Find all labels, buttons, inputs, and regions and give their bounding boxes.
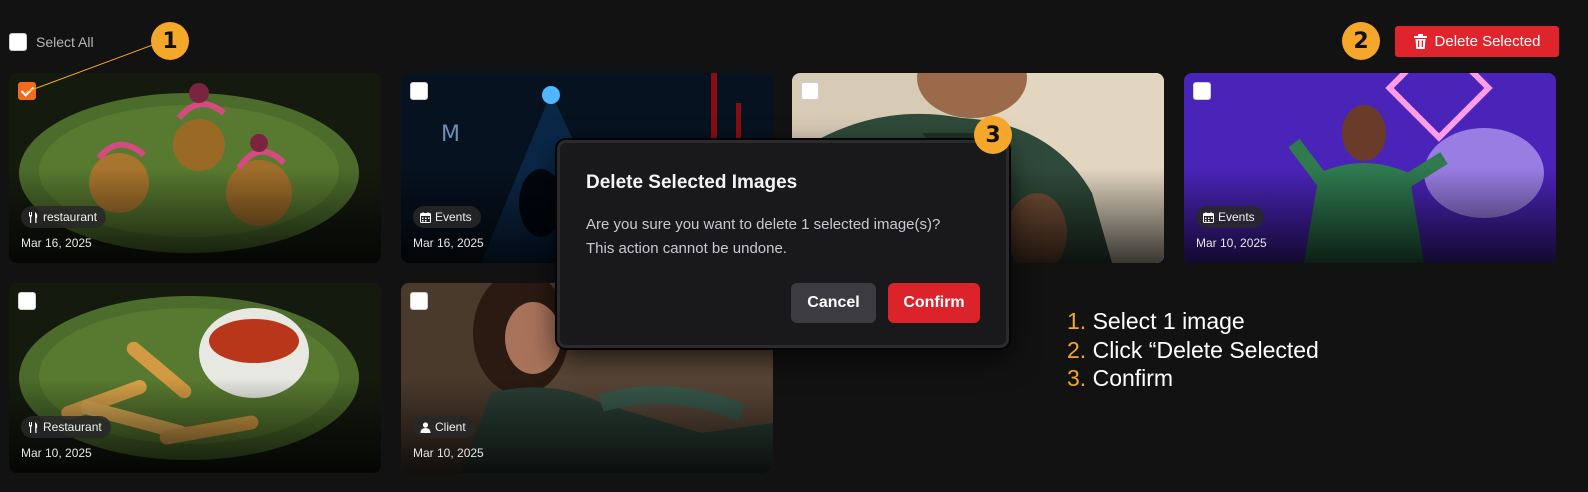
card-checkbox[interactable] (410, 292, 428, 310)
instructions-list: 1. Select 1 image 2. Click “Delete Selec… (1067, 307, 1319, 393)
utensils-icon (29, 421, 38, 433)
cancel-button[interactable]: Cancel (791, 283, 876, 323)
select-all-control[interactable]: Select All (9, 33, 94, 51)
delete-selected-label: Delete Selected (1434, 33, 1541, 50)
category-tag: Events (413, 206, 481, 228)
instruction-step: 1. Select 1 image (1067, 307, 1319, 336)
instruction-number: 3. (1067, 365, 1087, 391)
card-checkbox[interactable] (18, 82, 36, 100)
category-tag: Client (413, 416, 475, 438)
card-checkbox[interactable] (1193, 82, 1211, 100)
dialog-message-line-1: Are you sure you want to delete 1 select… (586, 216, 941, 233)
confirm-button[interactable]: Confirm (888, 283, 980, 323)
svg-text:M: M (441, 122, 460, 147)
dialog-message: Are you sure you want to delete 1 select… (586, 213, 996, 261)
card-date: Mar 10, 2025 (413, 446, 484, 460)
category-tag: Events (1196, 206, 1264, 228)
instruction-number: 1. (1067, 308, 1087, 334)
select-all-checkbox[interactable] (9, 33, 27, 51)
card-checkbox[interactable] (410, 82, 428, 100)
instruction-step: 3. Confirm (1067, 364, 1319, 393)
calendar-icon (1203, 211, 1214, 223)
delete-selected-button[interactable]: Delete Selected (1395, 26, 1559, 57)
instruction-step: 2. Click “Delete Selected (1067, 336, 1319, 365)
category-tag-label: Client (435, 420, 466, 434)
card-checkbox[interactable] (18, 292, 36, 310)
category-tag-label: restaurant (43, 210, 98, 224)
category-tag-label: Events (435, 210, 472, 224)
user-icon (420, 421, 431, 433)
step-badge-2: 2 (1342, 22, 1380, 60)
delete-confirm-dialog: Delete Selected Images Are you sure you … (557, 140, 1009, 348)
image-card[interactable]: restaurant Mar 16, 2025 (9, 73, 381, 263)
instruction-text: Confirm (1092, 365, 1174, 391)
category-tag-label: Events (1218, 210, 1255, 224)
category-tag: Restaurant (21, 416, 111, 438)
dialog-message-line-2: This action cannot be undone. (586, 240, 787, 257)
instruction-text: Select 1 image (1092, 308, 1245, 334)
step-badge-3: 3 (974, 116, 1012, 154)
select-all-label: Select All (36, 34, 94, 50)
step-badge-1: 1 (151, 22, 189, 60)
category-tag: restaurant (21, 206, 107, 228)
card-date: Mar 16, 2025 (413, 236, 484, 250)
instruction-number: 2. (1067, 336, 1087, 363)
gallery-page: Select All Delete Selected 1 2 3 restaur… (0, 0, 1588, 492)
image-card[interactable]: Restaurant Mar 10, 2025 (9, 283, 381, 473)
image-card[interactable]: Events Mar 10, 2025 (1184, 73, 1556, 263)
dialog-title: Delete Selected Images (586, 172, 798, 193)
instruction-text: Click “Delete Selected (1092, 336, 1319, 363)
card-checkbox[interactable] (801, 82, 819, 100)
card-date: Mar 10, 2025 (21, 446, 92, 460)
card-date: Mar 10, 2025 (1196, 236, 1267, 250)
category-tag-label: Restaurant (43, 420, 102, 434)
card-date: Mar 16, 2025 (21, 236, 92, 250)
calendar-icon (420, 211, 431, 223)
trash-icon (1413, 34, 1427, 49)
utensils-icon (29, 211, 38, 223)
